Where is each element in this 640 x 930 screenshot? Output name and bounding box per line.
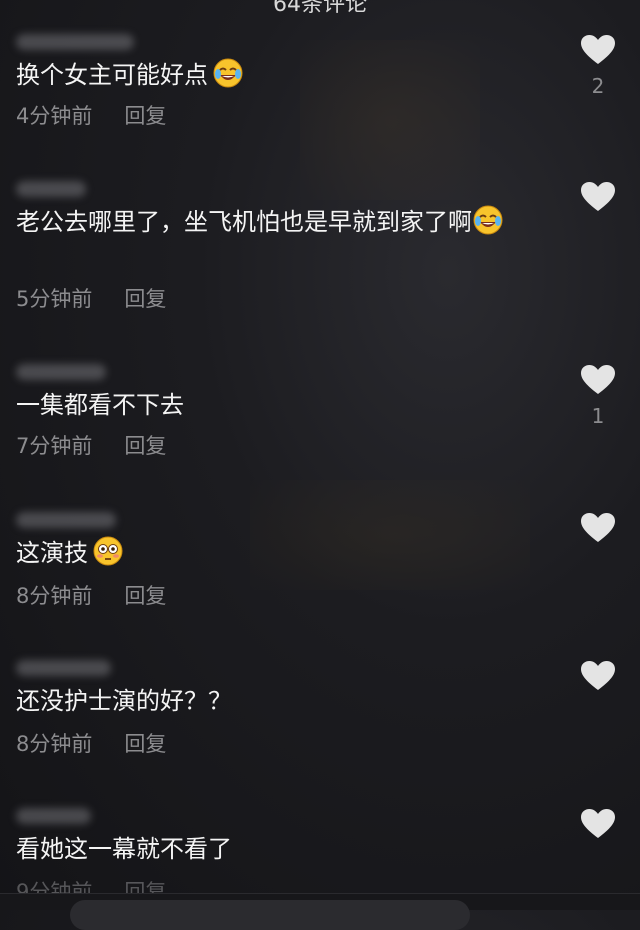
blurred-username[interactable] bbox=[16, 34, 134, 50]
comment-text: 老公去哪里了，坐飞机怕也是早就到家了啊 bbox=[16, 208, 472, 236]
comment-meta: 8分钟前 回复 bbox=[16, 580, 166, 610]
comment-text-row[interactable]: 一集都看不下去 bbox=[16, 386, 536, 424]
like-count: 1 bbox=[591, 404, 605, 428]
heart-icon bbox=[581, 182, 615, 211]
heart-icon bbox=[581, 365, 615, 394]
blurred-username[interactable] bbox=[16, 181, 86, 197]
rolling-on-floor-laughing-emoji bbox=[213, 58, 243, 88]
comment-time: 5分钟前 bbox=[16, 287, 93, 311]
heart-icon bbox=[581, 661, 615, 690]
heart-icon bbox=[581, 35, 615, 64]
like-button[interactable] bbox=[578, 808, 618, 848]
reply-button[interactable]: 回复 bbox=[124, 104, 166, 128]
comment-text: 一集都看不下去 bbox=[16, 391, 184, 419]
comment-text-row[interactable]: 换个女主可能好点 bbox=[16, 56, 536, 94]
comment-text-row[interactable]: 老公去哪里了，坐飞机怕也是早就到家了啊 bbox=[16, 203, 536, 241]
blurred-username[interactable] bbox=[16, 512, 116, 528]
reply-button[interactable]: 回复 bbox=[124, 584, 166, 608]
comment-meta: 8分钟前 回复 bbox=[16, 728, 166, 758]
comment-time: 8分钟前 bbox=[16, 732, 93, 756]
comment-text-row[interactable]: 这演技 bbox=[16, 534, 536, 572]
comment-input-field[interactable] bbox=[70, 900, 470, 930]
comment-text: 还没护士演的好？？ bbox=[16, 687, 232, 715]
comment-text: 换个女主可能好点 bbox=[16, 61, 208, 89]
comment-text: 看她这一幕就不看了 bbox=[16, 835, 232, 863]
like-button[interactable] bbox=[578, 660, 618, 700]
comment-text: 这演技 bbox=[16, 539, 88, 567]
reply-button[interactable]: 回复 bbox=[124, 732, 166, 756]
blurred-username[interactable] bbox=[16, 660, 111, 676]
comment-meta: 4分钟前 回复 bbox=[16, 100, 166, 130]
reply-button[interactable]: 回复 bbox=[124, 287, 166, 311]
comments-header-title: 64条评论 bbox=[273, 0, 367, 17]
heart-icon bbox=[581, 809, 615, 838]
comment-text-row[interactable]: 看她这一幕就不看了 bbox=[16, 830, 536, 868]
heart-icon bbox=[581, 513, 615, 542]
comment-text-row[interactable]: 还没护士演的好？？ bbox=[16, 682, 536, 720]
comment-meta: 5分钟前 回复 bbox=[16, 283, 166, 313]
comment-time: 4分钟前 bbox=[16, 104, 93, 128]
flushed-face-emoji bbox=[93, 536, 123, 566]
blurred-username[interactable] bbox=[16, 808, 91, 824]
blurred-username[interactable] bbox=[16, 364, 106, 380]
comment-meta: 7分钟前 回复 bbox=[16, 430, 166, 460]
like-button[interactable]: 2 bbox=[578, 34, 618, 98]
comment-time: 8分钟前 bbox=[16, 584, 93, 608]
like-button[interactable] bbox=[578, 512, 618, 552]
like-button[interactable] bbox=[578, 181, 618, 221]
like-count: 2 bbox=[591, 74, 605, 98]
reply-button[interactable]: 回复 bbox=[124, 434, 166, 458]
rolling-on-floor-laughing-emoji bbox=[473, 205, 503, 235]
comment-time: 7分钟前 bbox=[16, 434, 93, 458]
like-button[interactable]: 1 bbox=[578, 364, 618, 428]
